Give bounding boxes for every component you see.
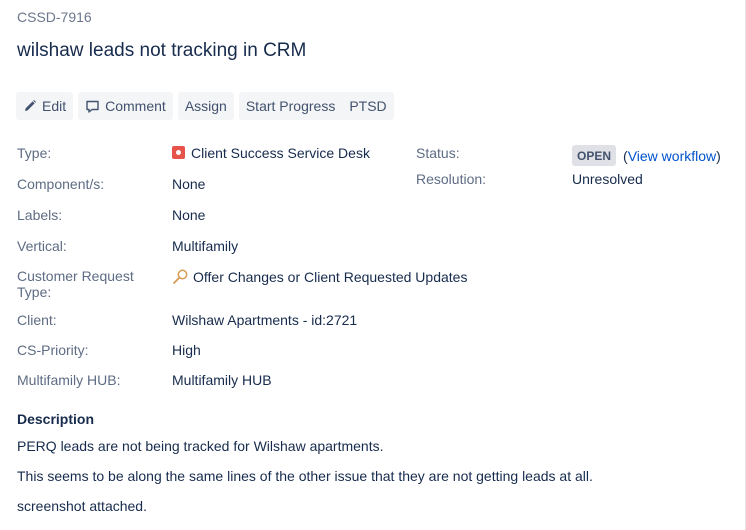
resolution-value: Unresolved bbox=[572, 171, 643, 187]
description-line: This seems to be along the same lines of… bbox=[17, 468, 593, 484]
type-value-text: Client Success Service Desk bbox=[191, 145, 370, 161]
request-type-label-line1: Customer Request bbox=[17, 268, 134, 284]
workflow-button-group: Start Progress PTSD bbox=[238, 92, 394, 120]
request-type-label-line2: Type: bbox=[17, 284, 52, 300]
multifamily-hub-label: Multifamily HUB: bbox=[17, 372, 121, 388]
status-badge: OPEN bbox=[572, 145, 617, 166]
comment-icon bbox=[85, 99, 100, 114]
status-value: OPEN (View workflow) bbox=[572, 145, 721, 166]
issue-toolbar: Edit Comment Assign Start Progress PTSD bbox=[16, 91, 399, 121]
type-value: Client Success Service Desk bbox=[172, 145, 370, 161]
issue-view: CSSD-7916 wilshaw leads not tracking in … bbox=[0, 0, 746, 530]
labels-value[interactable]: None bbox=[172, 207, 205, 223]
view-workflow-link[interactable]: View workflow bbox=[628, 148, 716, 164]
edit-button[interactable]: Edit bbox=[16, 92, 74, 120]
multifamily-hub-value[interactable]: Multifamily HUB bbox=[172, 372, 272, 388]
cs-priority-value[interactable]: High bbox=[172, 342, 201, 358]
ptsd-button[interactable]: PTSD bbox=[342, 92, 394, 120]
workflow-close-paren: ) bbox=[716, 148, 721, 164]
components-value[interactable]: None bbox=[172, 176, 205, 192]
start-progress-button[interactable]: Start Progress bbox=[238, 92, 343, 120]
issue-key[interactable]: CSSD-7916 bbox=[17, 9, 92, 25]
service-desk-icon bbox=[172, 146, 185, 159]
comment-label: Comment bbox=[105, 98, 166, 114]
request-type-label: Customer Request Type: bbox=[17, 268, 134, 300]
vertical-label: Vertical: bbox=[17, 238, 67, 254]
resolution-label: Resolution: bbox=[416, 171, 487, 187]
pencil-icon bbox=[23, 99, 37, 113]
status-label: Status: bbox=[416, 145, 460, 161]
request-type-icon bbox=[172, 269, 189, 285]
request-type-value[interactable]: Offer Changes or Client Requested Update… bbox=[172, 269, 467, 285]
vertical-value[interactable]: Multifamily bbox=[172, 238, 238, 254]
client-label: Client: bbox=[17, 312, 57, 328]
issue-summary[interactable]: wilshaw leads not tracking in CRM bbox=[17, 40, 306, 62]
description-heading: Description bbox=[17, 411, 95, 427]
request-type-value-text: Offer Changes or Client Requested Update… bbox=[193, 269, 468, 285]
cs-priority-label: CS-Priority: bbox=[17, 342, 89, 358]
description-line: screenshot attached. bbox=[17, 498, 147, 514]
type-label: Type: bbox=[17, 145, 52, 161]
client-value[interactable]: Wilshaw Apartments - id:2721 bbox=[172, 312, 357, 328]
edit-label: Edit bbox=[42, 98, 67, 114]
components-label: Component/s: bbox=[17, 176, 105, 192]
labels-label: Labels: bbox=[17, 207, 63, 223]
comment-button[interactable]: Comment bbox=[78, 92, 173, 120]
assign-button[interactable]: Assign bbox=[177, 92, 234, 120]
description-line: PERQ leads are not being tracked for Wil… bbox=[17, 438, 384, 454]
